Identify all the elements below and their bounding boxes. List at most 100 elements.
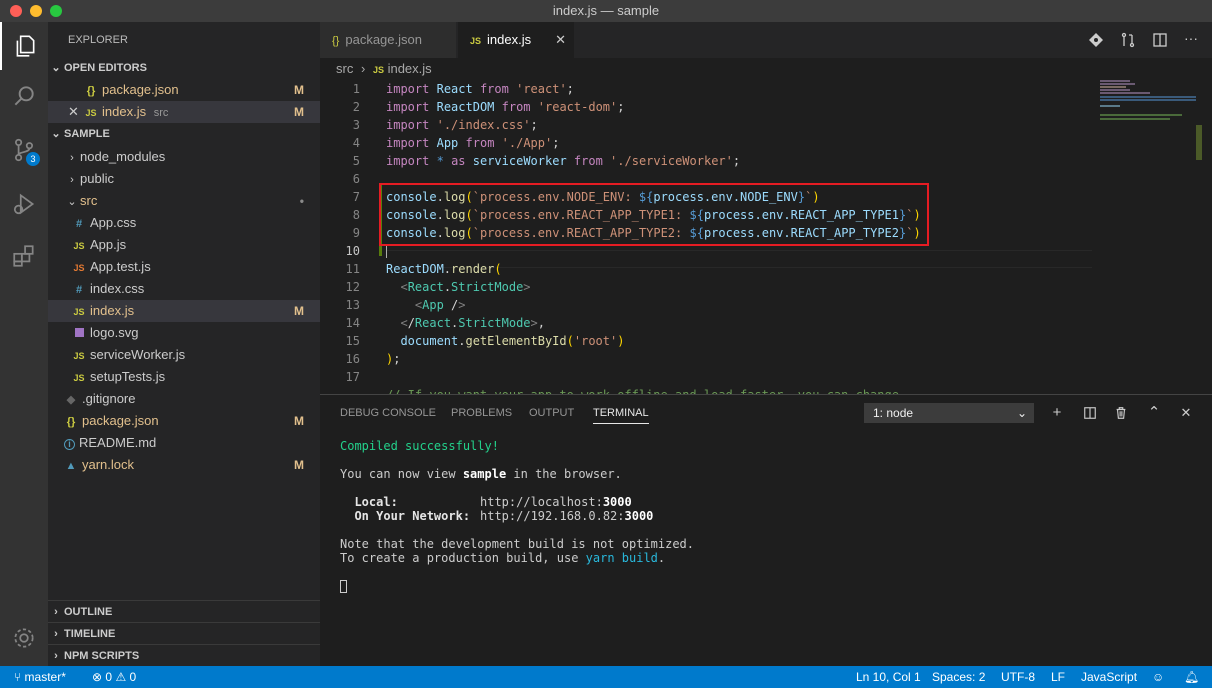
code-line: import ReactDOM from 'react-dom'; [386, 100, 625, 114]
git-compare-icon[interactable] [1088, 32, 1104, 48]
line-number: 11 [345, 262, 360, 276]
indentation[interactable]: Spaces: 2 [932, 666, 985, 688]
chevron-right-icon: › [70, 152, 74, 164]
explorer-icon[interactable] [0, 22, 48, 70]
tab-problems[interactable]: PROBLEMS [451, 407, 512, 419]
explorer-title: EXPLORER [68, 34, 128, 46]
workspace-header[interactable]: ⌄ SAMPLE [48, 123, 320, 145]
status-bar: ⑂ master* ⊗ 0 ⚠ 0 Ln 10, Col 1 Spaces: 2… [0, 666, 1212, 688]
breadcrumb-folder[interactable]: src [336, 61, 353, 76]
modified-badge: M [294, 458, 304, 472]
tree-folder-node-modules[interactable]: › node_modules [48, 146, 320, 168]
tree-file[interactable]: {} package.json M [48, 410, 320, 432]
minimap[interactable] [1092, 80, 1202, 394]
close-tab-icon[interactable]: ✕ [555, 22, 566, 58]
title-bar: index.js — sample [0, 0, 1212, 22]
tree-folder-src[interactable]: ⌄ src • [48, 190, 320, 212]
close-window-button[interactable] [10, 5, 22, 17]
extensions-icon[interactable] [0, 232, 48, 280]
problems-indicator[interactable]: ⊗ 0 ⚠ 0 [92, 666, 136, 688]
trash-icon[interactable] [1111, 403, 1131, 423]
js-file-icon: JS [372, 65, 384, 75]
tree-file[interactable]: JS App.test.js [48, 256, 320, 278]
tree-folder-public[interactable]: › public [48, 168, 320, 190]
zoom-window-button[interactable] [50, 5, 62, 17]
encoding[interactable]: UTF-8 [1001, 666, 1035, 688]
css-file-icon: # [75, 284, 83, 296]
code-line: ); [386, 352, 401, 366]
minimize-window-button[interactable] [30, 5, 42, 17]
tab-index-js[interactable]: JS index.js ✕ [458, 22, 574, 58]
npm-scripts-section[interactable]: › NPM SCRIPTS [48, 644, 320, 666]
chevron-right-icon: › [70, 174, 74, 186]
tree-file[interactable]: JS serviceWorker.js [48, 344, 320, 366]
code-line: import App from './App'; [386, 136, 560, 150]
tree-file[interactable]: JS App.js [48, 234, 320, 256]
close-editor-icon[interactable]: ✕ [68, 101, 84, 123]
tree-file[interactable]: JS setupTests.js [48, 366, 320, 388]
tree-file[interactable]: ◆ .gitignore [48, 388, 320, 410]
settings-gear-icon[interactable] [0, 614, 48, 662]
code-line: document.getElementById('root') [400, 334, 625, 348]
terminal-local-url: http://localhost:3000 [480, 495, 632, 509]
close-panel-icon[interactable]: ✕ [1176, 403, 1196, 423]
branch-indicator[interactable]: ⑂ master* [14, 666, 66, 688]
line-number: 8 [352, 208, 360, 222]
code-line: // If you want your app to work offline … [386, 386, 899, 394]
open-editor-item-active[interactable]: ✕ JS index.js src M [48, 101, 320, 123]
feedback-icon[interactable]: ☺ [1152, 666, 1164, 688]
notifications-bell-icon[interactable]: 🔔︎ [1184, 666, 1199, 688]
outline-section[interactable]: › OUTLINE [48, 600, 320, 622]
tab-terminal[interactable]: TERMINAL [593, 407, 649, 424]
more-actions-icon[interactable]: ··· [1184, 30, 1198, 46]
chevron-down-icon: ⌄ [67, 196, 77, 208]
open-editors-header[interactable]: ⌄ OPEN EDITORS [48, 57, 320, 79]
text-cursor [386, 244, 387, 258]
line-number: 17 [345, 370, 360, 384]
tree-file[interactable]: # App.css [48, 212, 320, 234]
modified-badge: M [294, 83, 304, 97]
code-line: import React from 'react'; [386, 82, 574, 96]
tree-file[interactable]: logo.svg [48, 322, 320, 344]
split-editor-icon[interactable] [1152, 32, 1168, 48]
line-number: 13 [345, 298, 360, 312]
terminal-select[interactable]: 1: node ⌄ [864, 403, 1034, 423]
source-control-icon[interactable]: 3 [0, 126, 48, 174]
tab-package-json[interactable]: {} package.json [320, 22, 456, 58]
window-controls [10, 5, 62, 17]
line-ending[interactable]: LF [1051, 666, 1065, 688]
css-file-icon: # [75, 218, 83, 230]
tree-file[interactable]: # index.css [48, 278, 320, 300]
explorer-sidebar: EXPLORER ⌄ OPEN EDITORS {} package.json M … [48, 22, 320, 666]
split-terminal-icon[interactable] [1080, 403, 1100, 423]
breadcrumb: src › JS index.js [320, 58, 1212, 80]
scm-badge: 3 [26, 152, 40, 166]
line-number: 16 [345, 352, 360, 366]
open-editor-item[interactable]: {} package.json M [48, 79, 320, 101]
warning-icon: ⚠ [115, 670, 127, 684]
chevron-down-icon: ⌄ [51, 62, 61, 74]
js-file-icon: JS [85, 108, 97, 118]
maximize-panel-icon[interactable]: ⌃ [1144, 403, 1164, 423]
cursor-position[interactable]: Ln 10, Col 1 [856, 666, 921, 688]
tree-file-selected[interactable]: JS index.js M [48, 300, 320, 322]
line-number: 5 [352, 154, 360, 168]
json-file-icon: {} [332, 35, 340, 47]
timeline-section[interactable]: › TIMELINE [48, 622, 320, 644]
tab-debug-console[interactable]: DEBUG CONSOLE [340, 407, 436, 419]
json-file-icon: {} [66, 416, 76, 428]
line-number: 7 [352, 190, 360, 204]
search-icon[interactable] [0, 72, 48, 120]
tree-file[interactable]: i README.md [48, 432, 320, 454]
line-number: 10 [345, 244, 360, 258]
run-debug-icon[interactable] [0, 180, 48, 228]
new-terminal-icon[interactable]: + [1047, 403, 1067, 423]
terminal-network-label: On Your Network: [340, 509, 471, 523]
svg-file-icon [72, 323, 86, 345]
language-mode[interactable]: JavaScript [1081, 666, 1137, 688]
terminal-view-line: You can now view sample in the browser. [340, 467, 622, 481]
breadcrumb-file[interactable]: index.js [388, 61, 432, 76]
tab-output[interactable]: OUTPUT [529, 407, 574, 419]
tree-file[interactable]: ▲ yarn.lock M [48, 454, 320, 476]
open-changes-icon[interactable] [1120, 32, 1136, 48]
